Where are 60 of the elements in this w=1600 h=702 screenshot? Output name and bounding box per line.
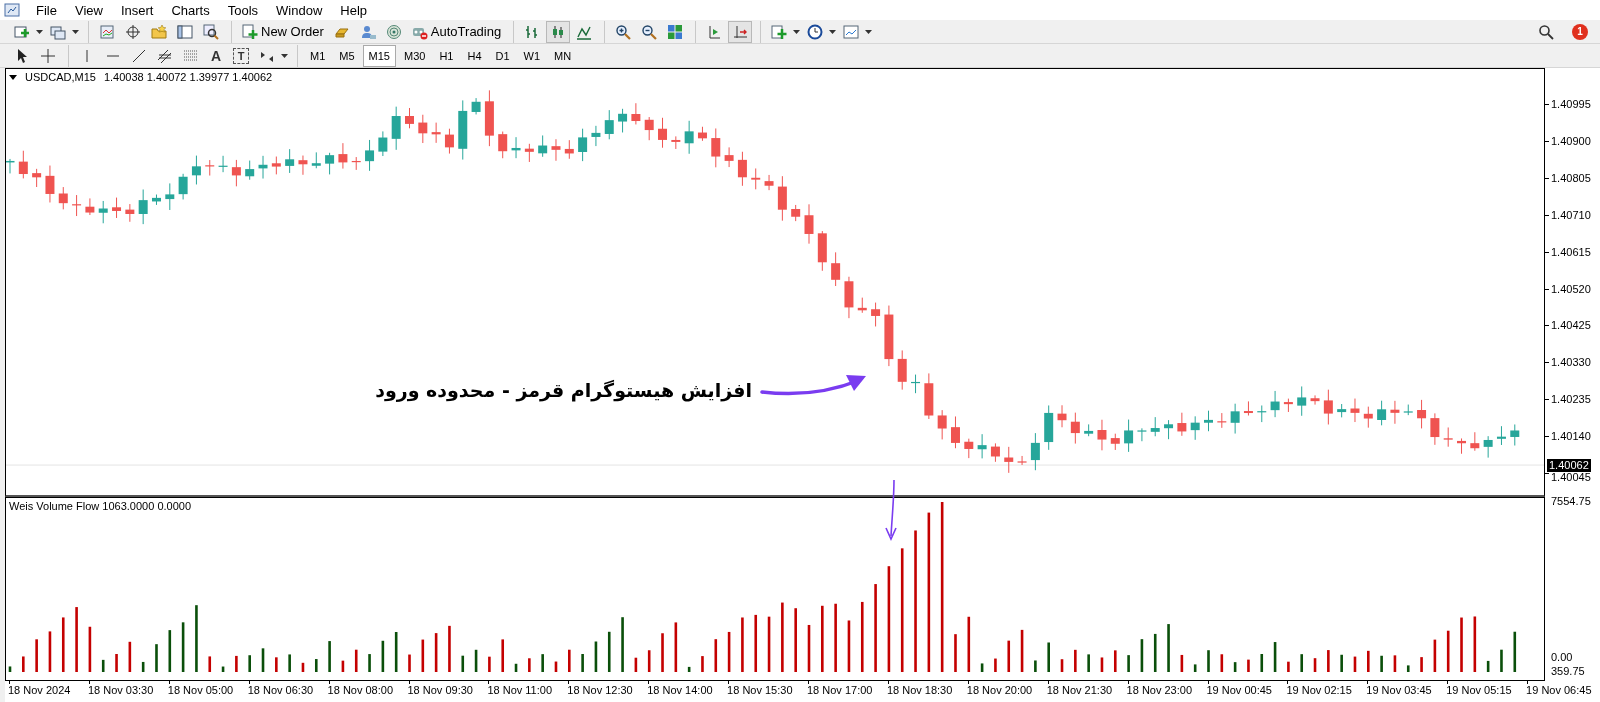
timeframe-tab[interactable]: H1 [433, 44, 460, 67]
annotation-text: افزایش هیستوگرام قرمز - محدوده ورود [375, 379, 752, 401]
timeframe-tab[interactable]: H4 [461, 44, 488, 67]
time-label: 18 Nov 20:00 [966, 684, 1033, 696]
price-label: 1.40045 [1551, 471, 1591, 484]
time-label: 18 Nov 23:00 [1126, 684, 1193, 696]
time-label: 18 Nov 15:30 [727, 684, 793, 696]
chart-symbol: USDCAD,M15 [25, 71, 96, 83]
price-label: 1.40615 [1551, 245, 1591, 259]
time-label: 18 Nov 2024 [8, 684, 71, 696]
indicator-min-label: 359.75 [1551, 665, 1585, 678]
price-label: 1.40520 [1551, 282, 1591, 296]
time-label: 19 Nov 03:45 [1366, 684, 1432, 696]
time-label: 18 Nov 09:30 [407, 684, 473, 696]
time-label: 19 Nov 05:15 [1446, 684, 1512, 696]
menu-item[interactable]: Tools [219, 2, 267, 18]
ohlc-values: 1.40038 1.40072 1.39977 1.40062 [103, 71, 273, 83]
time-label: 18 Nov 18:30 [886, 684, 953, 696]
timeframe-tab[interactable]: D1 [489, 44, 516, 67]
indicator-max-label: 7554.75 [1551, 495, 1591, 508]
price-label: 1.40140 [1551, 430, 1591, 444]
time-label: 19 Nov 02:15 [1286, 684, 1352, 696]
time-label: 18 Nov 06:30 [247, 684, 314, 696]
price-label: 1.40425 [1551, 319, 1591, 333]
new-order-button[interactable]: New Order [238, 21, 328, 42]
timeframe-tab[interactable]: W1 [517, 44, 547, 67]
time-label: 18 Nov 05:00 [167, 684, 234, 696]
price-label: 1.40900 [1551, 134, 1591, 148]
price-label: 1.40330 [1551, 356, 1591, 370]
menu-item[interactable]: File [28, 2, 65, 18]
time-label: 18 Nov 03:30 [87, 684, 154, 696]
price-label: 1.40995 [1551, 98, 1591, 111]
indicator-zero-label: 0.00 [1551, 651, 1573, 664]
time-label: 18 Nov 12:30 [567, 684, 633, 696]
menu-item[interactable]: Charts [163, 2, 218, 18]
autotrading-button[interactable]: AutoTrading [407, 21, 506, 42]
menu-item[interactable]: Insert [112, 2, 162, 18]
price-label: 1.40235 [1551, 393, 1591, 407]
text-tool[interactable]: A [205, 45, 227, 66]
time-label: 18 Nov 21:30 [1046, 684, 1113, 696]
menu-item[interactable]: Help [332, 2, 376, 18]
time-label: 18 Nov 14:00 [647, 684, 713, 696]
current-price-label: 1.40062 [1547, 459, 1591, 472]
text-label-tool[interactable]: T [233, 47, 249, 64]
timeframe-tab[interactable]: M5 [333, 44, 361, 67]
menu-item[interactable]: Window [268, 2, 331, 18]
menu-item[interactable]: View [66, 2, 111, 18]
notification-badge[interactable]: 1 [1572, 23, 1588, 40]
price-label: 1.40805 [1551, 171, 1591, 185]
time-label: 19 Nov 00:45 [1206, 684, 1272, 696]
price-label: 1.40710 [1551, 208, 1591, 222]
time-label: 18 Nov 11:00 [487, 684, 552, 696]
timeframe-tab[interactable]: M15 [362, 44, 396, 67]
time-label: 19 Nov 06:45 [1526, 684, 1592, 696]
time-label: 18 Nov 17:00 [807, 684, 873, 696]
timeframe-tab[interactable]: M1 [304, 44, 332, 67]
timeframe-tab[interactable]: MN [548, 44, 578, 67]
indicator-title: Weis Volume Flow 1063.0000 0.0000 [9, 500, 192, 512]
timeframe-tab[interactable]: M30 [397, 44, 432, 67]
time-label: 18 Nov 08:00 [327, 684, 394, 696]
